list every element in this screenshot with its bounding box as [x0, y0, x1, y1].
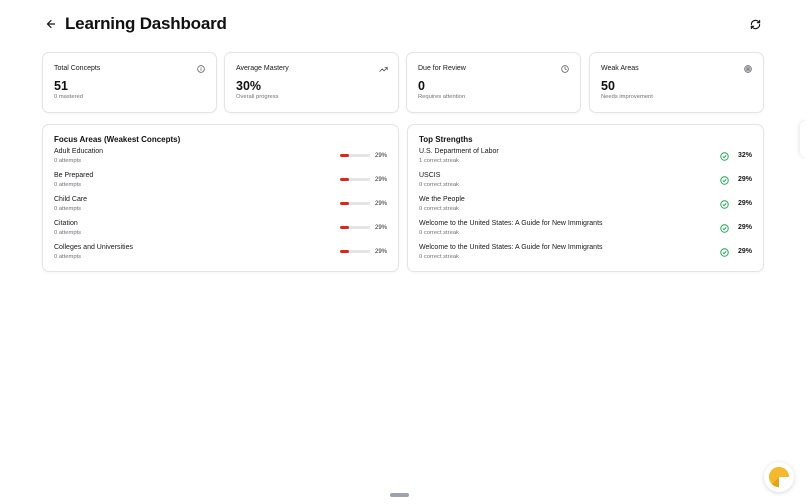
mastery-progress-bar — [340, 250, 370, 253]
focus-area-row[interactable]: Colleges and Universities 0 attempts 29% — [54, 244, 387, 264]
stat-card-due-for-review: Due for Review 0 Requires attention — [406, 52, 581, 113]
arrow-left-icon — [46, 19, 56, 29]
stat-card-total-concepts: Total Concepts 51 0 mastered — [42, 52, 217, 113]
page-header: Learning Dashboard — [0, 0, 806, 48]
mastery-percent: 29% — [374, 225, 387, 231]
strength-row[interactable]: We the People 0 correct streak 29% — [419, 196, 752, 216]
assistant-button[interactable] — [764, 462, 794, 492]
mastery-progress-fill — [340, 154, 349, 157]
mastery-progress-fill — [340, 202, 349, 205]
check-circle-icon — [720, 224, 729, 233]
focus-area-row[interactable]: Citation 0 attempts 29% — [54, 220, 387, 240]
concept-name: Welcome to the United States: A Guide fo… — [419, 244, 603, 251]
mastery-percent: 29% — [737, 200, 752, 207]
focus-area-row[interactable]: Be Prepared 0 attempts 29% — [54, 172, 387, 192]
strength-row[interactable]: Welcome to the United States: A Guide fo… — [419, 220, 752, 240]
clock-icon — [560, 64, 570, 74]
stat-card-average-mastery: Average Mastery 30% Overall progress — [224, 52, 399, 113]
concept-attempts: 0 attempts — [54, 158, 82, 164]
refresh-button[interactable] — [746, 15, 764, 33]
correct-streak: 0 correct streak — [419, 254, 459, 260]
back-button[interactable] — [42, 15, 60, 33]
focus-area-row[interactable]: Child Care 0 attempts 29% — [54, 196, 387, 216]
mastery-progress-fill — [340, 250, 349, 253]
top-strengths-title: Top Strengths — [419, 135, 473, 144]
concept-name: Be Prepared — [54, 172, 94, 179]
mastery-percent: 29% — [737, 176, 752, 183]
top-strengths-panel: Top Strengths U.S. Department of Labor 1… — [407, 124, 764, 272]
stat-card-weak-areas: Weak Areas 50 Needs improvement — [589, 52, 764, 113]
strength-row[interactable]: Welcome to the United States: A Guide fo… — [419, 244, 752, 264]
stat-subtitle: Needs improvement — [601, 94, 653, 100]
strength-row[interactable]: U.S. Department of Labor 1 correct strea… — [419, 148, 752, 168]
stat-title: Weak Areas — [601, 65, 639, 72]
focus-areas-title: Focus Areas (Weakest Concepts) — [54, 135, 181, 144]
mastery-percent: 32% — [737, 152, 752, 159]
target-icon — [743, 64, 753, 74]
check-circle-icon — [720, 152, 729, 161]
refresh-icon — [750, 19, 760, 29]
mastery-progress-fill — [340, 178, 349, 181]
info-icon — [196, 64, 206, 74]
concept-name: Citation — [54, 220, 78, 227]
stat-subtitle: 0 mastered — [54, 94, 83, 100]
mastery-progress-fill — [340, 226, 349, 229]
mastery-percent: 29% — [374, 153, 387, 159]
correct-streak: 0 correct streak — [419, 230, 459, 236]
concept-attempts: 0 attempts — [54, 230, 82, 236]
mastery-percent: 29% — [374, 249, 387, 255]
concept-name: Colleges and Universities — [54, 244, 133, 251]
strength-row[interactable]: USCIS 0 correct streak 29% — [419, 172, 752, 192]
concept-name: We the People — [419, 196, 465, 203]
concept-name: USCIS — [419, 172, 441, 179]
stat-title: Average Mastery — [236, 65, 289, 72]
mastery-progress-bar — [340, 154, 370, 157]
correct-streak: 0 correct streak — [419, 206, 459, 212]
side-drawer-tab[interactable] — [800, 121, 806, 157]
focus-area-row[interactable]: Adult Education 0 attempts 29% — [54, 148, 387, 168]
stat-subtitle: Requires attention — [418, 94, 466, 100]
mastery-percent: 29% — [737, 224, 752, 231]
mastery-percent: 29% — [737, 248, 752, 255]
mastery-percent: 29% — [374, 201, 387, 207]
mastery-progress-bar — [340, 202, 370, 205]
page-title: Learning Dashboard — [65, 14, 227, 33]
correct-streak: 0 correct streak — [419, 182, 459, 188]
stat-subtitle: Overall progress — [236, 94, 279, 100]
stat-value: 30% — [236, 79, 262, 93]
concept-attempts: 0 attempts — [54, 206, 82, 212]
focus-areas-panel: Focus Areas (Weakest Concepts) Adult Edu… — [42, 124, 399, 272]
check-circle-icon — [720, 176, 729, 185]
concept-attempts: 0 attempts — [54, 182, 82, 188]
concept-name: U.S. Department of Labor — [419, 148, 499, 155]
mastery-progress-bar — [340, 226, 370, 229]
stat-title: Total Concepts — [54, 65, 101, 72]
concept-attempts: 0 attempts — [54, 254, 82, 260]
check-circle-icon — [720, 200, 729, 209]
bottom-drag-handle[interactable] — [390, 493, 409, 497]
stat-value: 50 — [601, 79, 615, 93]
concept-name: Child Care — [54, 196, 88, 203]
mastery-progress-bar — [340, 178, 370, 181]
assistant-logo-icon — [768, 466, 790, 488]
check-circle-icon — [720, 248, 729, 257]
trending-up-icon — [378, 64, 388, 74]
stat-value: 0 — [418, 79, 425, 93]
mastery-percent: 29% — [374, 177, 387, 183]
stat-title: Due for Review — [418, 65, 466, 72]
correct-streak: 1 correct streak — [419, 158, 459, 164]
stat-value: 51 — [54, 79, 68, 93]
concept-name: Adult Education — [54, 148, 104, 155]
concept-name: Welcome to the United States: A Guide fo… — [419, 220, 603, 227]
